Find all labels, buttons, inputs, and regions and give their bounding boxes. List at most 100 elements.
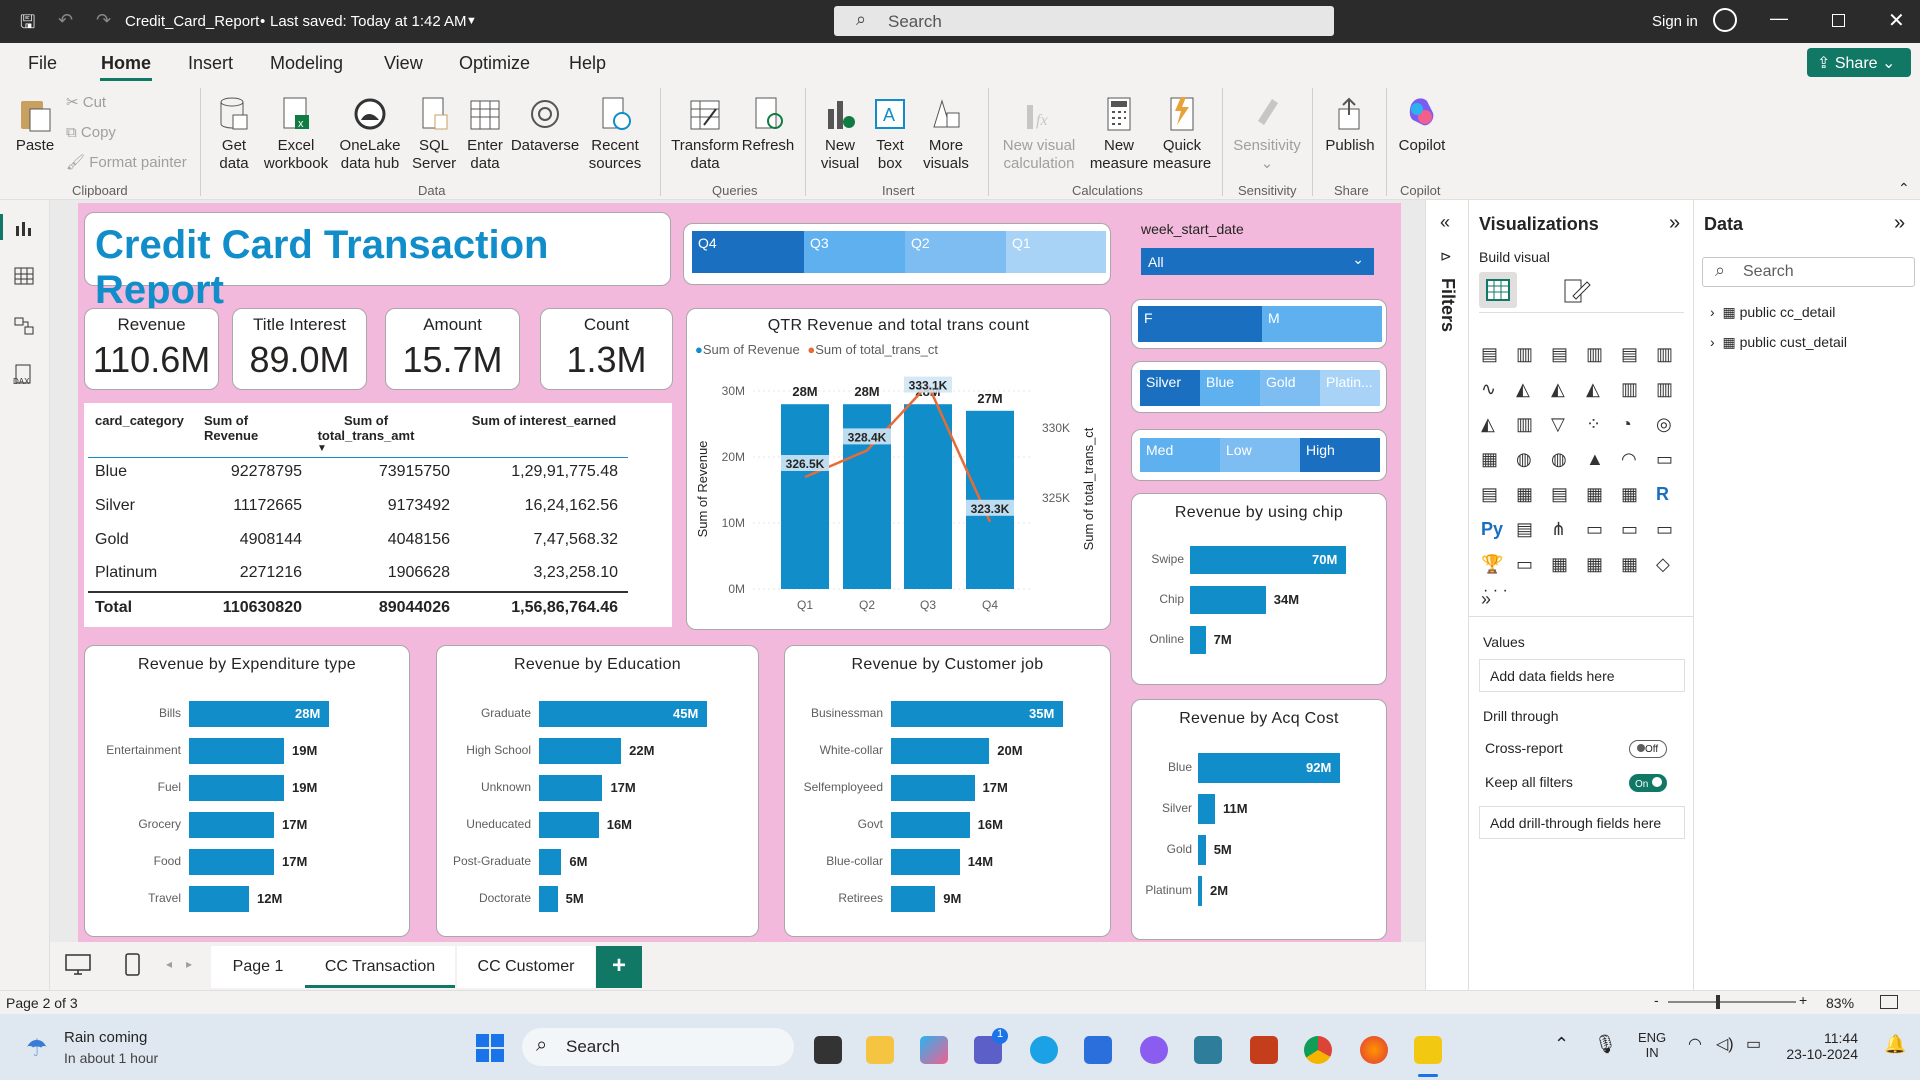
card-icon[interactable]: ▭: [1656, 449, 1673, 470]
waterfall-icon[interactable]: ▥: [1516, 414, 1533, 435]
slicer-q2[interactable]: Q2: [905, 231, 1006, 273]
chrome-icon[interactable]: [1304, 1036, 1332, 1064]
tab-cc-customer[interactable]: CC Customer: [457, 946, 595, 988]
kpi-icon[interactable]: ▦: [1516, 484, 1533, 505]
taskbar-search[interactable]: ⌕ Search: [522, 1028, 794, 1066]
filters-label[interactable]: Filters: [1434, 278, 1458, 358]
gender-slicer[interactable]: F M: [1131, 299, 1387, 349]
copilot-button[interactable]: Copilot: [1394, 95, 1450, 155]
bar[interactable]: [539, 812, 599, 838]
sensitivity-button[interactable]: Sensitivity ⌄: [1230, 95, 1304, 173]
paste-button[interactable]: Paste: [12, 95, 58, 155]
bar[interactable]: [891, 812, 970, 838]
scatter-icon[interactable]: ⁘: [1586, 414, 1601, 435]
bar[interactable]: [1190, 626, 1206, 654]
bar[interactable]: [189, 886, 249, 912]
battery-icon[interactable]: ▭: [1746, 1034, 1761, 1054]
store-icon[interactable]: [1084, 1036, 1112, 1064]
enter-data-button[interactable]: Enter data: [462, 95, 508, 173]
bar[interactable]: [1190, 586, 1266, 614]
new-visual-button[interactable]: New visual: [815, 95, 865, 173]
tab-cc-transaction[interactable]: CC Transaction: [305, 946, 455, 988]
fit-to-page-icon[interactable]: [1880, 995, 1898, 1009]
notification-bell-icon[interactable]: 🔔: [1884, 1034, 1906, 1055]
multi-card-icon[interactable]: ▤: [1481, 484, 1498, 505]
dataverse-button[interactable]: Dataverse: [510, 95, 580, 155]
top-search-box[interactable]: ⌕ Search: [834, 6, 1334, 36]
slicer-blue[interactable]: Blue: [1200, 370, 1260, 406]
slicer-high[interactable]: High: [1300, 438, 1380, 472]
clustered-bar-icon[interactable]: ▤: [1551, 344, 1568, 365]
gauge-icon[interactable]: ◠: [1621, 449, 1637, 470]
slicer-icon[interactable]: ▤: [1551, 484, 1568, 505]
bar[interactable]: [189, 775, 284, 801]
bar[interactable]: [189, 812, 274, 838]
quick-measure-button[interactable]: Quick measure: [1152, 95, 1212, 173]
line-clustered-icon[interactable]: ▥: [1656, 379, 1673, 400]
share-button[interactable]: ⇪ Share ⌄: [1807, 48, 1911, 77]
language-indicator[interactable]: ENG IN: [1638, 1030, 1666, 1060]
undo-icon[interactable]: ↶: [58, 10, 73, 31]
stacked-area-icon[interactable]: ◭: [1551, 379, 1565, 400]
slicer-q3[interactable]: Q3: [804, 231, 905, 273]
map-icon[interactable]: ◍: [1516, 449, 1532, 470]
zoom-slider[interactable]: [1668, 1001, 1796, 1003]
ribbon-icon[interactable]: ◭: [1481, 414, 1495, 435]
customer-job-chart[interactable]: Revenue by Customer job Businessman 35M Whi…: [784, 645, 1111, 937]
weather-title[interactable]: Rain coming: [64, 1029, 147, 1046]
clustered-column-icon[interactable]: ▥: [1586, 344, 1603, 365]
stacked-column-icon[interactable]: ▥: [1516, 344, 1533, 365]
funnel-icon[interactable]: ▽: [1551, 414, 1565, 435]
week-start-slicer[interactable]: week_start_date All ⌄: [1141, 217, 1381, 277]
close-icon[interactable]: ✕: [1888, 8, 1905, 33]
data-search-input[interactable]: ⌕ Search: [1702, 257, 1915, 287]
power-apps-icon[interactable]: ▦: [1586, 554, 1603, 575]
zoom-slider-thumb[interactable]: [1716, 995, 1720, 1009]
slicer-m[interactable]: M: [1262, 306, 1382, 342]
line-icon[interactable]: ∿: [1481, 379, 1496, 400]
chip-usage-chart[interactable]: Revenue by using chip Swipe 70M Chip 34M Onli…: [1131, 493, 1387, 685]
bar[interactable]: [539, 775, 603, 801]
prev-page-icon[interactable]: ◂: [166, 957, 172, 971]
chevron-icon[interactable]: »: [1481, 589, 1491, 610]
bar[interactable]: [189, 738, 284, 764]
firefox-icon[interactable]: [1360, 1036, 1388, 1064]
collapse-chevron-icon[interactable]: »: [1669, 212, 1680, 235]
wifi-icon[interactable]: ◠: [1688, 1034, 1702, 1054]
menu-view[interactable]: View: [384, 53, 423, 74]
area-icon[interactable]: ◭: [1516, 379, 1530, 400]
app-icon[interactable]: [1194, 1036, 1222, 1064]
kpi-amount[interactable]: Amount 15.7M: [385, 308, 520, 390]
menu-modeling[interactable]: Modeling: [270, 53, 343, 74]
cut-button[interactable]: ✂ Cut: [66, 94, 106, 112]
100-column-icon[interactable]: ▥: [1656, 344, 1673, 365]
clock[interactable]: 11:44 23-10-2024: [1786, 1030, 1858, 1062]
save-icon[interactable]: 🖫: [20, 10, 35, 40]
bar[interactable]: [189, 849, 274, 875]
sql-server-button[interactable]: SQL Server: [412, 95, 456, 173]
bar[interactable]: [539, 849, 562, 875]
income-slicer[interactable]: Med Low High: [1131, 429, 1387, 481]
kpi-count[interactable]: Count 1.3M: [540, 308, 673, 390]
onelake-button[interactable]: OneLake data hub: [332, 95, 408, 173]
expenditure-type-chart[interactable]: Revenue by Expenditure type Bills 28M Enter…: [84, 645, 410, 937]
minimize-icon[interactable]: —: [1770, 8, 1788, 29]
format-painter-button[interactable]: 🖌 Format painter: [66, 154, 187, 172]
tab-page-1[interactable]: Page 1: [211, 946, 305, 988]
filters-pane[interactable]: « ⊳ Filters: [1425, 200, 1468, 990]
zoom-in-icon[interactable]: +: [1799, 992, 1807, 1008]
kpi-revenue[interactable]: Revenue 110.6M: [84, 308, 219, 390]
task-view-icon[interactable]: [814, 1036, 842, 1064]
dax-query-view-icon[interactable]: DAX: [12, 364, 36, 386]
bar[interactable]: [891, 738, 990, 764]
format-visual-icon[interactable]: [1561, 276, 1591, 306]
model-view-icon[interactable]: [14, 316, 34, 336]
maximize-icon[interactable]: [1832, 14, 1845, 27]
diamond-icon[interactable]: ◇: [1656, 554, 1670, 575]
power-bi-icon[interactable]: [1414, 1036, 1442, 1064]
bar[interactable]: [891, 775, 975, 801]
paginated-report-icon[interactable]: ▭: [1656, 519, 1673, 540]
slicer-q1[interactable]: Q1: [1006, 231, 1106, 273]
redo-icon[interactable]: ↷: [96, 10, 111, 31]
100-area-icon[interactable]: ◭: [1586, 379, 1600, 400]
